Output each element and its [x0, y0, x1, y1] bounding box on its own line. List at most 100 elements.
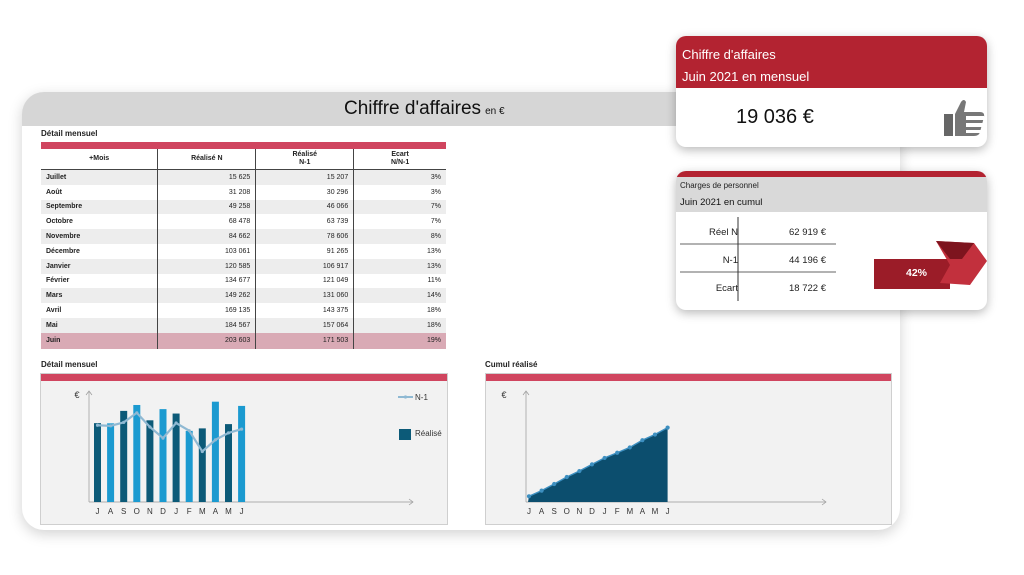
- area-chart-label: Cumul réalisé: [485, 360, 538, 369]
- table-row: Février 134 677 121 049 11%: [41, 273, 446, 289]
- cell-month: Décembre: [41, 243, 158, 259]
- cell-month: Mars: [41, 288, 158, 304]
- bar-chart: €J A S O N D J F M A M JN-1Réalisé: [74, 390, 442, 516]
- col-header-mois[interactable]: +Mois: [41, 149, 158, 170]
- cell-ecart: 19%: [353, 332, 446, 349]
- bar-realise: [225, 424, 232, 502]
- cell-realise-n1: 46 066: [255, 199, 354, 215]
- point-n1: [174, 421, 178, 425]
- x-tick-label: M: [199, 507, 206, 516]
- cell-month: Août: [41, 184, 158, 200]
- kpi-card-charges-title: Charges de personnel: [680, 181, 759, 190]
- x-tick-label: A: [213, 507, 219, 516]
- point-n1: [148, 425, 152, 429]
- point-cumul: [615, 450, 620, 455]
- cell-month: Avril: [41, 303, 158, 318]
- kpi-card-charges-header: Charges de personnel Juin 2021 en cumul: [676, 177, 987, 212]
- cell-realise-n1: 63 739: [255, 214, 354, 230]
- page-title-unit: en €: [485, 106, 505, 117]
- point-n1: [200, 449, 204, 454]
- cell-month: Juin: [41, 332, 158, 349]
- x-tick-label: S: [552, 507, 557, 516]
- kpi-card-charges[interactable]: Charges de personnel Juin 2021 en cumul …: [676, 171, 987, 310]
- point-n1: [135, 411, 139, 415]
- point-cumul: [564, 474, 569, 480]
- charges-row-label: N-1: [722, 255, 738, 266]
- charges-row-n1: N-1 44 196 €: [678, 248, 838, 276]
- bar-realise: [133, 404, 141, 502]
- kpi-card-charges-period: Juin 2021 en cumul: [680, 197, 763, 208]
- cell-realise-n1: 30 296: [255, 184, 354, 200]
- point-cumul: [665, 425, 670, 430]
- col-header-realise-n1: Réalisé N-1: [255, 149, 354, 170]
- line-n1: [97, 411, 242, 454]
- point-cumul: [602, 455, 607, 461]
- x-tick-label: D: [589, 507, 595, 516]
- x-tick-label: A: [539, 507, 545, 516]
- kpi-card-ca-header: Chiffre d'affaires Juin 2021 en mensuel: [676, 36, 987, 88]
- point-cumul: [640, 438, 645, 443]
- cell-ecart: 8%: [353, 229, 446, 244]
- x-tick-label: M: [626, 507, 633, 516]
- bar-realise: [120, 410, 128, 502]
- y-axis-unit: €: [501, 390, 506, 400]
- legend-realise-label: Réalisé: [415, 429, 442, 438]
- bar-realise: [198, 428, 206, 502]
- area-chart-panel: € J A S O N D J F M A M J: [485, 373, 892, 525]
- table-row: Juillet 15 625 15 207 3%: [41, 169, 446, 185]
- point-n1: [187, 429, 191, 433]
- table-row: Janvier 120 585 106 917 13%: [41, 258, 446, 274]
- cell-realise-n: 134 677: [157, 273, 256, 289]
- cell-realise-n1: 78 606: [255, 229, 354, 244]
- cell-month: Octobre: [41, 214, 158, 230]
- legend-realise-swatch: [399, 429, 411, 440]
- x-tick-label: D: [160, 507, 166, 516]
- cell-ecart: 3%: [353, 184, 446, 200]
- table-total-row: Juin 203 603 171 503 19%: [41, 332, 446, 349]
- bar-realise: [107, 423, 115, 502]
- table-pink-band: [41, 142, 446, 149]
- x-tick-label: N: [577, 507, 583, 516]
- cell-month: Janvier: [41, 258, 158, 274]
- charges-row-reel: Réel N 62 919 €: [678, 220, 838, 248]
- point-n1: [240, 427, 244, 431]
- table-header-row: +Mois Réalisé N Réalisé N-1 Ecart N/N-1: [41, 149, 446, 170]
- kpi-card-ca[interactable]: Chiffre d'affaires Juin 2021 en mensuel …: [676, 36, 987, 147]
- cell-ecart: 3%: [353, 169, 446, 185]
- table-row: Mai 184 567 157 064 18%: [41, 317, 446, 333]
- cell-realise-n: 84 662: [157, 229, 256, 244]
- x-tick-label: J: [240, 507, 244, 516]
- cell-realise-n: 103 061: [157, 243, 256, 259]
- bar-realise: [146, 420, 154, 502]
- trend-arrow-icon: [874, 241, 987, 289]
- table-row: Novembre 84 662 78 606 8%: [41, 229, 446, 244]
- cell-ecart: 7%: [353, 199, 446, 215]
- cell-ecart: 14%: [353, 288, 446, 304]
- page-title-text: Chiffre d'affaires: [344, 98, 482, 119]
- table-row: Septembre 49 258 46 066 7%: [41, 199, 446, 215]
- cell-realise-n1: 157 064: [255, 317, 354, 333]
- cell-month: Juillet: [41, 169, 158, 185]
- charges-row-ecart: Ecart 18 722 €: [678, 276, 838, 304]
- x-tick-label: J: [527, 507, 531, 516]
- charges-row-label: Ecart: [715, 283, 738, 294]
- x-tick-label: O: [564, 507, 570, 516]
- x-tick-label: F: [187, 507, 192, 516]
- x-tick-label: J: [96, 507, 100, 516]
- point-cumul: [589, 462, 595, 467]
- point-n1: [161, 436, 165, 440]
- charges-row-value: 62 919 €: [789, 227, 826, 238]
- cell-realise-n: 120 585: [157, 258, 256, 274]
- cell-realise-n: 68 478: [157, 214, 256, 230]
- bar-realise: [211, 401, 219, 502]
- point-cumul: [577, 468, 582, 474]
- charges-row-value: 44 196 €: [789, 255, 826, 266]
- x-tick-label: N: [147, 507, 153, 516]
- charges-row-label: Réel N: [708, 227, 738, 238]
- x-tick-label: F: [615, 507, 620, 516]
- x-tick-label: A: [108, 507, 114, 516]
- bar-realise: [94, 423, 101, 502]
- table-row: Décembre 103 061 91 265 13%: [41, 243, 446, 259]
- x-tick-label: O: [134, 507, 140, 516]
- point-n1: [122, 420, 126, 424]
